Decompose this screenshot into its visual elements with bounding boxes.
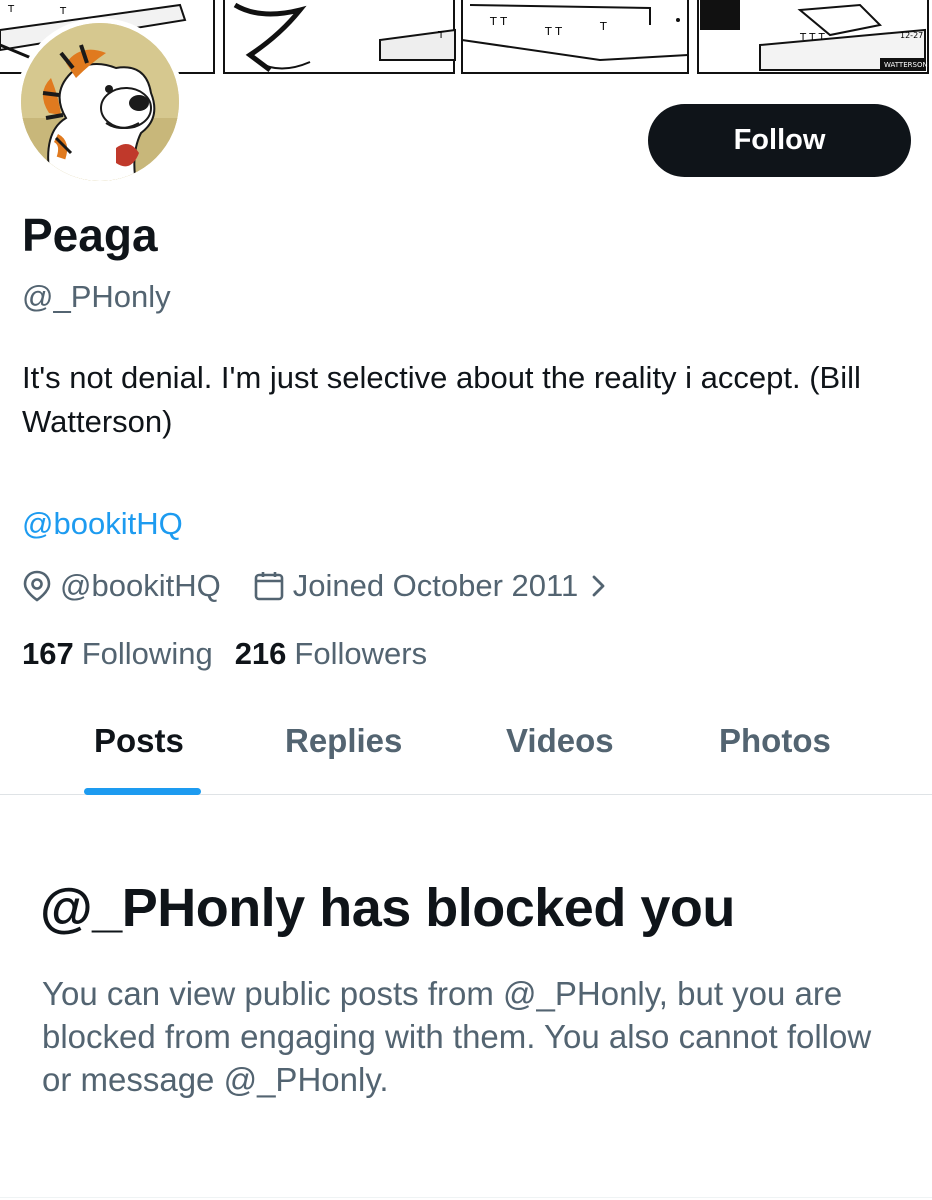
active-tab-indicator (84, 788, 201, 795)
svg-text:T T: T T (489, 15, 507, 28)
joined-item[interactable]: Joined October 2011 (253, 568, 607, 604)
tab-photos[interactable]: Photos (719, 722, 831, 760)
following-label: Following (81, 636, 213, 671)
joined-text: Joined October 2011 (292, 568, 579, 603)
following-link[interactable]: 167 Following (22, 636, 213, 672)
divider (0, 1197, 932, 1198)
svg-text:T: T (437, 30, 445, 41)
chevron-right-icon (592, 574, 606, 598)
followers-count: 216 (234, 636, 287, 671)
profile-meta-row: @bookitHQ Joined October 2011 (22, 566, 606, 606)
svg-text:T T: T T (544, 25, 562, 38)
blocked-title: @_PHonly has blocked you (40, 878, 735, 938)
avatar-image (21, 23, 179, 181)
blocked-description: You can view public posts from @_PHonly,… (42, 975, 872, 1098)
location-item: @bookitHQ (22, 568, 221, 604)
profile-handle: @_PHonly (22, 279, 171, 314)
svg-text:T: T (7, 4, 15, 15)
calendar-icon (253, 570, 285, 602)
display-name: Peaga (22, 209, 158, 261)
followers-label: Followers (294, 636, 428, 671)
location-pin-icon (22, 570, 52, 602)
profile-tabs: Posts Replies Videos Photos (0, 700, 932, 795)
location-text: @bookitHQ (60, 568, 221, 603)
follow-counts: 167 Following 216 Followers (22, 636, 427, 672)
svg-text:T T T: T T T (799, 32, 826, 43)
svg-text:T: T (599, 20, 607, 33)
svg-text:12-27: 12-27 (900, 31, 923, 40)
svg-text:WATTERSON: WATTERSON (884, 61, 928, 69)
tab-posts[interactable]: Posts (94, 722, 184, 760)
profile-bio: It's not denial. I'm just selective abou… (22, 360, 861, 439)
bio-mention-link[interactable]: @bookitHQ (22, 506, 183, 542)
svg-text:T: T (59, 6, 67, 17)
followers-link[interactable]: 216 Followers (235, 636, 427, 672)
tab-replies[interactable]: Replies (285, 722, 402, 760)
follow-button[interactable]: Follow (648, 104, 911, 177)
avatar[interactable] (16, 18, 184, 186)
tab-videos[interactable]: Videos (506, 722, 614, 760)
following-count: 167 (22, 636, 74, 671)
